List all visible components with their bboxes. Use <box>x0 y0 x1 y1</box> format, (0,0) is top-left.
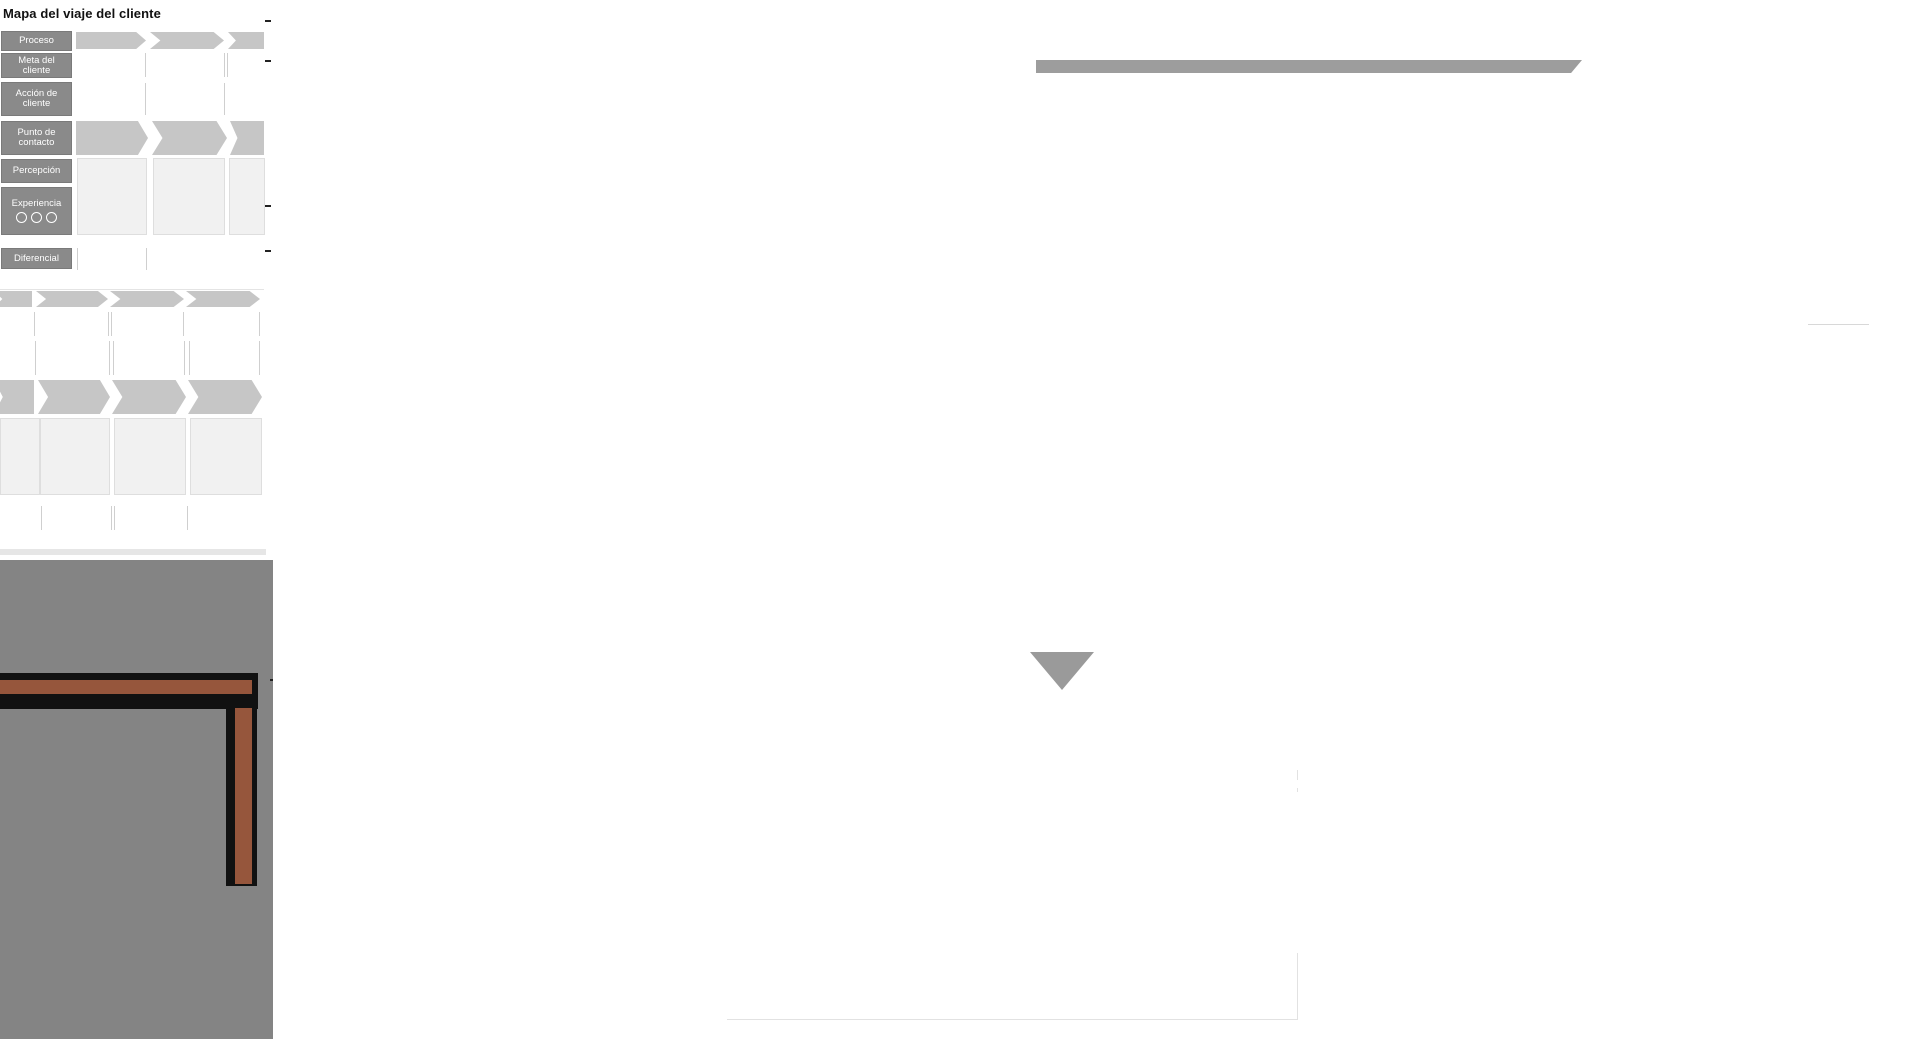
cell-divider <box>113 341 114 375</box>
cell-divider <box>189 341 190 375</box>
panel-footer <box>0 549 266 555</box>
perception-cell[interactable] <box>0 418 40 495</box>
touchpoint-chevron <box>112 380 186 414</box>
process-chevron <box>150 32 224 49</box>
divider-line <box>1297 953 1298 1020</box>
process-chevron <box>228 32 264 49</box>
divider-line <box>1808 324 1869 325</box>
row-label-proceso-text: Proceso <box>19 35 54 46</box>
process-chevron <box>36 291 108 307</box>
row-label-accion: Acción de cliente <box>1 82 72 116</box>
cell-divider <box>224 53 225 77</box>
divider-line <box>727 1019 1298 1020</box>
neutral-face-icon <box>31 212 42 223</box>
row-label-accion-text: Acción de cliente <box>15 88 58 109</box>
divider-line <box>1297 788 1298 792</box>
process-chevron <box>110 291 184 307</box>
cell-divider <box>187 506 188 530</box>
cell-divider <box>77 248 78 270</box>
row-label-meta-text: Meta del cliente <box>18 54 55 76</box>
touchpoint-chevron <box>188 380 262 414</box>
cell-divider <box>146 248 147 270</box>
frame-right-wood <box>235 708 252 884</box>
resize-handle-icon[interactable] <box>265 20 271 22</box>
touchpoint-chevron <box>76 121 148 155</box>
journey-map-template[interactable]: Mapa del viaje del cliente Proceso Meta … <box>0 0 272 555</box>
template-title: Mapa del viaje del cliente <box>3 6 161 21</box>
cell-divider <box>108 312 109 336</box>
row-label-percepcion-text: Percepción <box>12 165 61 176</box>
cell-divider <box>35 341 36 375</box>
cell-divider <box>145 53 146 77</box>
row-label-proceso: Proceso <box>1 31 72 51</box>
cell-divider <box>183 312 184 336</box>
touchpoint-chevron <box>152 121 227 155</box>
cell-divider <box>259 312 260 336</box>
banner-bar <box>1036 60 1582 73</box>
row-label-diferencial: Diferencial <box>1 248 72 269</box>
cell-divider <box>227 53 228 77</box>
sad-face-icon <box>46 212 57 223</box>
perception-cell[interactable] <box>229 158 265 235</box>
row-label-meta: Meta del cliente <box>1 53 72 78</box>
perception-cell[interactable] <box>77 158 147 235</box>
perception-cell[interactable] <box>40 418 110 495</box>
resize-handle-icon[interactable] <box>265 205 271 207</box>
cell-divider <box>41 506 42 530</box>
perception-cell[interactable] <box>190 418 262 495</box>
cell-divider <box>114 506 115 530</box>
experience-faces <box>16 212 57 223</box>
process-chevron <box>186 291 260 307</box>
divider-line <box>1297 770 1298 780</box>
touchpoint-chevron <box>0 380 34 414</box>
row-label-punto: Punto de contacto <box>1 121 72 155</box>
touchpoint-chevron <box>230 121 264 155</box>
frame-top-wood <box>0 680 252 694</box>
process-chevron <box>76 32 146 49</box>
down-triangle-icon <box>1030 652 1094 690</box>
process-chevron <box>0 291 32 307</box>
resize-handle-icon[interactable] <box>265 60 271 62</box>
cell-divider <box>111 506 112 530</box>
row-label-percepcion: Percepción <box>1 159 72 183</box>
touchpoint-chevron <box>38 380 110 414</box>
row-label-experiencia: Experiencia <box>1 187 72 235</box>
row-label-experiencia-text: Experiencia <box>11 198 62 209</box>
cell-divider <box>145 83 146 115</box>
cell-divider <box>259 341 260 375</box>
cell-divider <box>109 341 110 375</box>
resize-handle-icon[interactable] <box>270 679 273 681</box>
section-divider <box>0 289 264 290</box>
row-label-diferencial-text: Diferencial <box>14 252 59 264</box>
canvas: Mapa del viaje del cliente Proceso Meta … <box>0 0 1914 1039</box>
cell-divider <box>34 312 35 336</box>
happy-face-icon <box>16 212 27 223</box>
perception-cell[interactable] <box>114 418 186 495</box>
resize-handle-icon[interactable] <box>265 250 271 252</box>
cell-divider <box>111 312 112 336</box>
cell-divider <box>224 83 225 115</box>
row-label-punto-text: Punto de contacto <box>17 127 56 148</box>
cell-divider <box>184 341 185 375</box>
perception-cell[interactable] <box>153 158 225 235</box>
